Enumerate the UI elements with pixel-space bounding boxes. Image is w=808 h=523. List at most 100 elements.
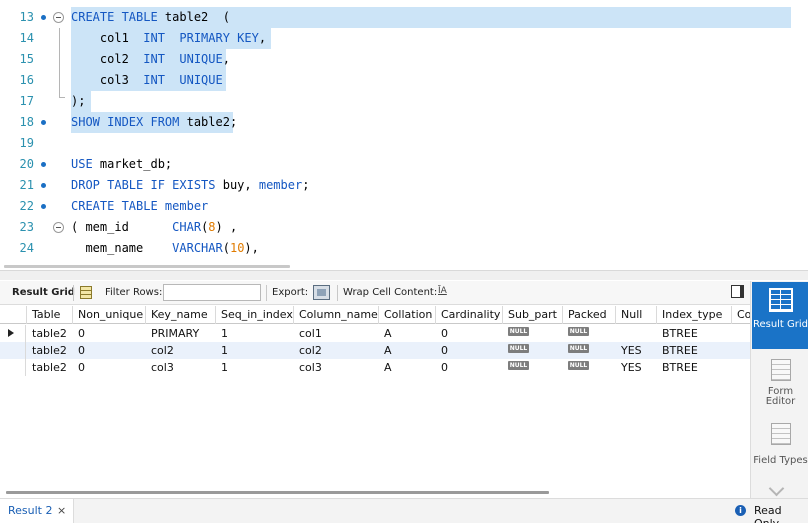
code-text[interactable]: CREATE TABLE member <box>71 196 208 217</box>
column-header[interactable]: Cardinality <box>436 306 503 324</box>
row-header[interactable] <box>0 359 26 376</box>
table-cell[interactable]: BTREE <box>657 342 732 359</box>
field-types-button[interactable]: Field Types <box>752 418 808 480</box>
table-row[interactable]: table2 0 col3 1 col3 A 0 NULL NULL YES BTREE <box>0 359 750 376</box>
grid-horizontal-scrollbar[interactable] <box>6 491 549 494</box>
fold-collapse-icon[interactable] <box>53 12 64 23</box>
table-cell[interactable]: col2 <box>146 342 216 359</box>
column-header[interactable]: Table <box>27 306 73 324</box>
breakpoint-dot-icon[interactable] <box>41 204 46 209</box>
editor-line[interactable]: 23 ( mem_id CHAR(8) , <box>0 217 808 238</box>
code-text[interactable]: col2 INT UNIQUE, <box>71 49 230 70</box>
close-icon[interactable]: × <box>57 504 66 517</box>
table-cell[interactable]: PRIMARY <box>146 325 216 342</box>
table-cell[interactable]: NULL <box>563 325 616 342</box>
table-cell[interactable]: col3 <box>146 359 216 376</box>
table-cell[interactable]: BTREE <box>657 359 732 376</box>
code-text[interactable]: ); <box>71 91 85 112</box>
table-cell[interactable]: NULL <box>503 359 563 376</box>
table-cell[interactable]: 0 <box>436 325 503 342</box>
export-icon[interactable] <box>313 285 330 300</box>
table-cell[interactable]: NULL <box>503 342 563 359</box>
fold-collapse-icon[interactable] <box>53 222 64 233</box>
code-text[interactable]: CREATE TABLE table2 ( <box>71 7 230 28</box>
table-cell[interactable]: 1 <box>216 325 294 342</box>
column-header[interactable]: Non_unique <box>73 306 146 324</box>
column-header[interactable]: Packed <box>563 306 616 324</box>
table-cell[interactable]: 0 <box>73 342 146 359</box>
column-header[interactable]: Collation <box>379 306 436 324</box>
editor-line[interactable]: 22 CREATE TABLE member <box>0 196 808 217</box>
breakpoint-dot-icon[interactable] <box>41 183 46 188</box>
editor-line[interactable]: 16 col3 INT UNIQUE <box>0 70 808 91</box>
table-cell[interactable]: table2 <box>27 325 73 342</box>
table-cell[interactable]: col3 <box>294 359 379 376</box>
row-header[interactable] <box>0 325 26 342</box>
panel-splitter[interactable] <box>0 270 808 280</box>
editor-line[interactable]: 18 SHOW INDEX FROM table2; <box>0 112 808 133</box>
editor-line[interactable]: 14 col1 INT PRIMARY KEY, <box>0 28 808 49</box>
table-cell[interactable]: NULL <box>503 325 563 342</box>
editor-line[interactable]: 17); <box>0 91 808 112</box>
editor-line[interactable]: 20 USE market_db; <box>0 154 808 175</box>
chevron-down-icon[interactable] <box>771 483 785 491</box>
table-cell[interactable]: NULL <box>563 359 616 376</box>
breakpoint-dot-icon[interactable] <box>41 162 46 167</box>
code-text[interactable]: mem_name VARCHAR(10), <box>71 238 258 259</box>
column-header[interactable]: Seq_in_index <box>216 306 294 324</box>
result-grid-button[interactable]: Result Grid <box>752 282 808 349</box>
table-cell[interactable]: col1 <box>294 325 379 342</box>
table-cell[interactable]: table2 <box>27 342 73 359</box>
table-cell[interactable]: NULL <box>563 342 616 359</box>
editor-line[interactable]: 19 <box>0 133 808 154</box>
code-text[interactable]: DROP TABLE IF EXISTS buy, member; <box>71 175 309 196</box>
column-header[interactable]: Index_type <box>657 306 732 324</box>
result-grid-tab-label[interactable]: Result Grid <box>12 287 75 299</box>
table-cell[interactable] <box>616 325 657 342</box>
table-cell[interactable]: 0 <box>73 325 146 342</box>
panel-toggle-icon[interactable] <box>731 285 744 298</box>
sql-editor[interactable]: 13 CREATE TABLE table2 (14 col1 INT PRIMA… <box>0 0 808 270</box>
code-token: col1 <box>71 31 144 45</box>
editor-line[interactable]: 24 mem_name VARCHAR(10), <box>0 238 808 259</box>
table-cell[interactable]: table2 <box>27 359 73 376</box>
table-cell[interactable]: A <box>379 359 436 376</box>
wrap-cell-icon[interactable]: ĪA <box>438 286 447 296</box>
table-cell[interactable]: 1 <box>216 342 294 359</box>
table-cell[interactable]: YES <box>616 342 657 359</box>
table-cell[interactable]: col2 <box>294 342 379 359</box>
table-cell[interactable]: 0 <box>436 359 503 376</box>
table-cell[interactable]: BTREE <box>657 325 732 342</box>
code-text[interactable]: col1 INT PRIMARY KEY, <box>71 28 266 49</box>
breakpoint-dot-icon[interactable] <box>41 120 46 125</box>
table-row[interactable]: table2 0 PRIMARY 1 col1 A 0 NULL NULL BTREE <box>0 325 750 342</box>
editor-line[interactable]: 21 DROP TABLE IF EXISTS buy, member; <box>0 175 808 196</box>
column-header[interactable]: Co <box>732 306 750 324</box>
code-text[interactable]: USE market_db; <box>71 154 172 175</box>
table-cell[interactable]: 0 <box>73 359 146 376</box>
code-text[interactable]: SHOW INDEX FROM table2; <box>71 112 237 133</box>
result-tab[interactable]: Result 2 × <box>0 499 74 523</box>
row-header[interactable] <box>0 342 26 359</box>
column-header[interactable]: Key_name <box>146 306 216 324</box>
filter-rows-input[interactable] <box>163 284 261 301</box>
column-header[interactable]: Sub_part <box>503 306 563 324</box>
table-cell[interactable]: 1 <box>216 359 294 376</box>
code-text[interactable]: col3 INT UNIQUE <box>71 70 223 91</box>
table-row[interactable]: table2 0 col2 1 col2 A 0 NULL NULL YES BTREE <box>0 342 750 359</box>
grid-icon[interactable] <box>80 286 92 299</box>
table-cell[interactable]: A <box>379 342 436 359</box>
editor-horizontal-scrollbar[interactable] <box>4 265 290 268</box>
result-grid[interactable]: Table Non_unique Key_name Seq_in_index Colum… <box>0 306 750 488</box>
table-cell[interactable]: A <box>379 325 436 342</box>
line-number: 22 <box>19 199 34 213</box>
code-text[interactable]: ( mem_id CHAR(8) , <box>71 217 237 238</box>
breakpoint-dot-icon[interactable] <box>41 15 46 20</box>
table-cell[interactable]: YES <box>616 359 657 376</box>
column-header[interactable]: Column_name <box>294 306 379 324</box>
form-editor-button[interactable]: Form Editor <box>752 353 808 415</box>
editor-line[interactable]: 15 col2 INT UNIQUE, <box>0 49 808 70</box>
table-cell[interactable]: 0 <box>436 342 503 359</box>
column-header[interactable]: Null <box>616 306 657 324</box>
editor-line[interactable]: 13 CREATE TABLE table2 ( <box>0 7 808 28</box>
